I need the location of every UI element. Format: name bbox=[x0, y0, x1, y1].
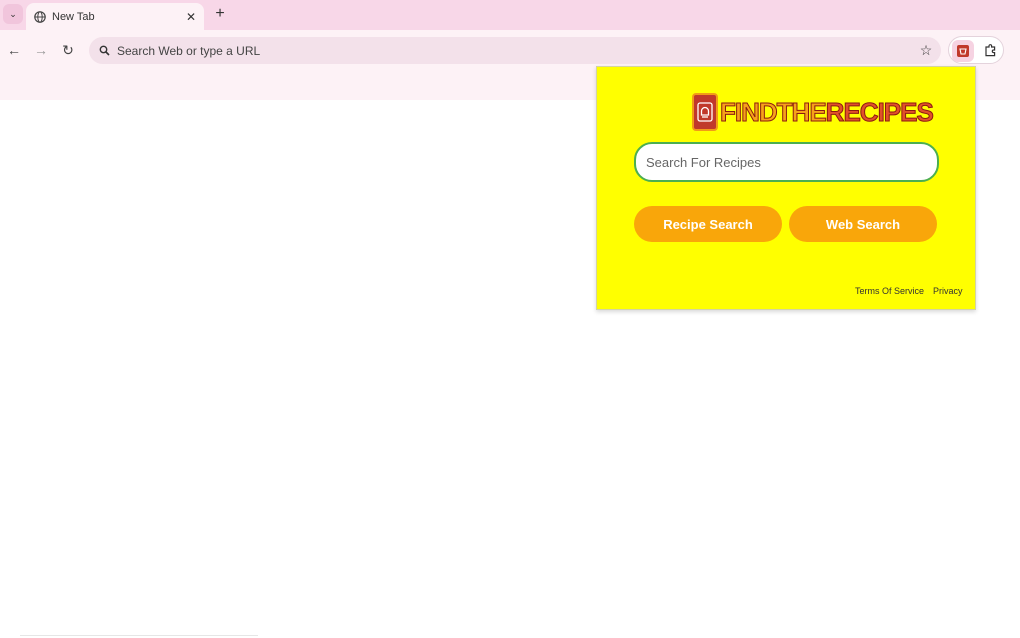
tab-strip: ⌄ New Tab ✕ + bbox=[0, 0, 1020, 30]
recipe-search-input[interactable] bbox=[634, 142, 939, 182]
logo-text: FINDTHERECIPES bbox=[720, 96, 935, 128]
puzzle-icon[interactable] bbox=[979, 40, 1001, 62]
omnibox[interactable]: Search Web or type a URL ☆ bbox=[89, 37, 941, 64]
search-icon bbox=[97, 44, 111, 58]
logo-text-part1: FINDTHE bbox=[720, 96, 828, 127]
extensions-group bbox=[948, 36, 1004, 64]
close-icon[interactable]: ✕ bbox=[182, 8, 200, 26]
recipe-extension-icon[interactable] bbox=[952, 40, 974, 62]
recipe-search-button[interactable]: Recipe Search bbox=[634, 206, 782, 242]
web-search-button[interactable]: Web Search bbox=[789, 206, 937, 242]
reload-icon[interactable]: ↻ bbox=[58, 40, 78, 60]
globe-icon bbox=[34, 10, 46, 23]
divider bbox=[20, 635, 258, 636]
tab-list-button[interactable]: ⌄ bbox=[3, 4, 23, 24]
chef-hat-icon bbox=[692, 93, 718, 131]
tab-list-icon: ⌄ bbox=[9, 8, 17, 19]
plus-icon[interactable]: + bbox=[210, 4, 230, 24]
terms-of-service-link[interactable]: Terms Of Service bbox=[855, 286, 924, 296]
tab-new-tab[interactable]: New Tab ✕ bbox=[26, 3, 204, 30]
recipe-extension-popup: FINDTHERECIPES Recipe Search Web Search … bbox=[596, 66, 976, 310]
privacy-link[interactable]: Privacy bbox=[933, 286, 963, 296]
logo-text-part2: RECIPES bbox=[825, 96, 934, 127]
star-icon[interactable]: ☆ bbox=[917, 42, 935, 60]
back-arrow-icon[interactable]: ← bbox=[4, 40, 24, 60]
findtherecipes-logo: FINDTHERECIPES bbox=[692, 93, 935, 131]
forward-arrow-icon[interactable]: → bbox=[31, 40, 51, 60]
toolbar: ← → ↻ Search Web or type a URL ☆ bbox=[0, 30, 1020, 70]
tab-title: New Tab bbox=[52, 10, 95, 23]
omnibox-placeholder: Search Web or type a URL bbox=[117, 43, 261, 58]
